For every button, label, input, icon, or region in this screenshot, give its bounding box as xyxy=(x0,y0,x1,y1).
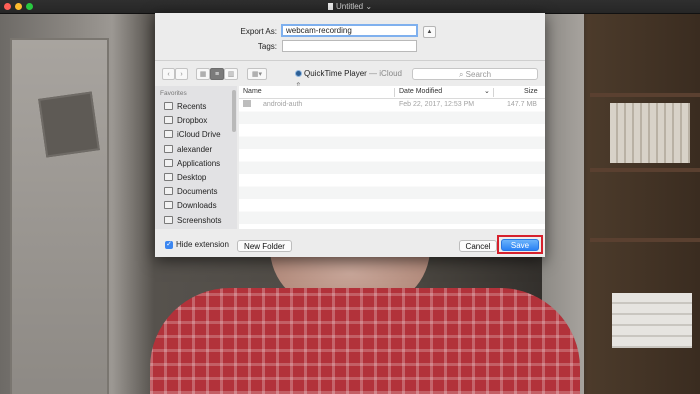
column-header-size[interactable]: Size xyxy=(524,86,538,98)
sidebar-item-label: Documents xyxy=(177,187,218,196)
sidebar-item-alexander[interactable]: alexander xyxy=(164,143,212,156)
sidebar-item-label: iCloud Drive xyxy=(177,130,221,139)
door xyxy=(10,38,109,394)
sidebar-scrollbar[interactable] xyxy=(232,90,236,132)
downloads-icon xyxy=(164,201,173,209)
list-icon: ≡ xyxy=(214,71,220,78)
chevron-down-icon: ⌄ xyxy=(484,88,490,95)
collapse-dialog-button[interactable]: ▲ xyxy=(423,26,436,38)
grid-icon: ▦ xyxy=(199,71,207,78)
export-as-label: Export As: xyxy=(240,27,277,36)
sidebar-item-dropbox[interactable]: Dropbox xyxy=(164,114,207,127)
bookshelf-books xyxy=(610,103,690,163)
location-place: iCloud xyxy=(379,69,402,78)
tags-label: Tags: xyxy=(257,42,277,51)
sidebar-item-desktop[interactable]: Desktop xyxy=(164,171,206,184)
sidebar-item-label: Recents xyxy=(177,102,207,111)
chevron-left-icon: ‹ xyxy=(167,71,170,78)
column-divider[interactable] xyxy=(394,88,395,97)
export-as-field[interactable]: webcam-recording xyxy=(281,24,418,37)
folder-icon xyxy=(164,216,173,224)
sidebar-item-icloud-drive[interactable]: iCloud Drive xyxy=(164,128,221,141)
icon-view-button[interactable]: ▦ xyxy=(196,68,210,80)
table-row[interactable]: android-auth Feb 22, 2017, 12:53 PM 147.… xyxy=(239,99,545,111)
file-list: Name Date Modified ⌄ Size android-auth F… xyxy=(239,86,545,229)
column-header-name[interactable]: Name xyxy=(243,86,262,98)
desktop-icon xyxy=(164,173,173,181)
window-title-text: Untitled xyxy=(335,2,364,11)
cancel-button[interactable]: Cancel xyxy=(459,240,497,252)
shelf xyxy=(590,238,700,242)
list-view-button[interactable]: ≡ xyxy=(210,68,224,80)
export-dialog: Export As: webcam-recording ▲ Tags: ‹ › … xyxy=(155,13,545,257)
cloud-icon xyxy=(164,130,173,138)
location-separator: — xyxy=(366,69,380,78)
clock-icon xyxy=(164,102,173,110)
quicktime-icon xyxy=(295,70,302,77)
home-icon xyxy=(164,145,173,153)
sidebar-item-label: Dropbox xyxy=(177,116,208,125)
person-shirt xyxy=(150,288,580,394)
document-icon xyxy=(327,3,333,10)
sidebar-item-label: Screenshots xyxy=(177,216,222,225)
group-menu-button[interactable]: ▦▾ xyxy=(247,68,267,80)
chevron-down-icon[interactable]: ⌄ xyxy=(365,2,372,11)
location-app: QuickTime Player xyxy=(304,69,367,78)
column-view-button[interactable]: ▥ xyxy=(224,68,238,80)
sidebar-item-documents[interactable]: Documents xyxy=(164,185,217,198)
window-title: Untitled ⌄ xyxy=(0,2,700,11)
shelf xyxy=(590,93,700,97)
hide-extension-label: Hide extension xyxy=(176,240,229,249)
column-divider[interactable] xyxy=(493,88,494,97)
back-button[interactable]: ‹ xyxy=(162,68,175,80)
columns-icon: ▥ xyxy=(227,71,235,78)
search-placeholder: Search xyxy=(465,70,492,79)
sidebar-item-downloads[interactable]: Downloads xyxy=(164,199,217,212)
documents-icon xyxy=(164,187,173,195)
file-name: android-auth xyxy=(263,101,303,108)
file-size: 147.7 MB xyxy=(507,101,537,108)
wall-picture xyxy=(38,91,100,158)
sidebar-item-label: Applications xyxy=(177,159,221,168)
sidebar-item-recents[interactable]: Recents xyxy=(164,100,206,113)
bookshelf-stack xyxy=(612,293,692,348)
file-icon xyxy=(243,100,251,107)
table-header: Name Date Modified ⌄ Size xyxy=(239,86,545,99)
shelf xyxy=(590,168,700,172)
sidebar: Favorites Recents Dropbox iCloud Drive a… xyxy=(155,86,237,229)
search-icon: ⌕ xyxy=(458,70,464,79)
file-date: Feb 22, 2017, 12:53 PM xyxy=(399,101,475,108)
column-header-date[interactable]: Date Modified xyxy=(399,86,442,98)
chevron-right-icon: › xyxy=(180,71,183,78)
sidebar-item-label: Downloads xyxy=(177,201,217,210)
forward-button[interactable]: › xyxy=(175,68,188,80)
sidebar-item-label: Desktop xyxy=(177,173,207,182)
save-highlight-box xyxy=(497,235,543,254)
file-rows: android-auth Feb 22, 2017, 12:53 PM 147.… xyxy=(239,99,545,229)
title-bar: Untitled ⌄ xyxy=(0,0,700,14)
sidebar-item-screenshots[interactable]: Screenshots xyxy=(164,214,221,227)
dropbox-icon xyxy=(164,116,173,124)
grid-menu-icon: ▦▾ xyxy=(251,71,263,78)
sidebar-item-applications[interactable]: Applications xyxy=(164,157,220,170)
tags-field[interactable] xyxy=(282,40,417,52)
hide-extension-checkbox[interactable]: ✓ xyxy=(165,241,173,249)
sidebar-item-label: alexander xyxy=(177,145,213,154)
applications-icon xyxy=(164,159,173,167)
new-folder-button[interactable]: New Folder xyxy=(237,240,292,252)
location-popup[interactable]: QuickTime Player — iCloud ⇕ xyxy=(295,68,403,90)
sidebar-heading: Favorites xyxy=(160,90,187,97)
divider xyxy=(155,60,545,61)
search-field[interactable]: ⌕ Search xyxy=(412,68,538,80)
